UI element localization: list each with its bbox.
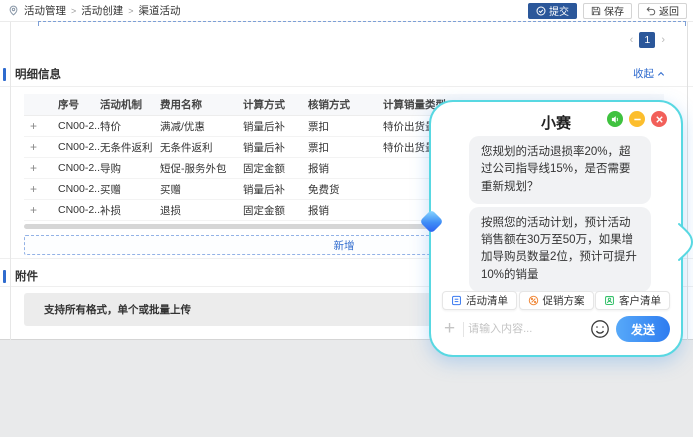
cell-calc-method: 销量后补	[243, 119, 308, 134]
chat-panel-tail	[678, 222, 693, 262]
cell-verify-method: 报销	[308, 161, 383, 176]
chat-header: 小赛	[431, 102, 681, 136]
cell-seq: CN00-2...	[58, 162, 100, 174]
cell-fee-name: 满减/优惠	[160, 119, 243, 134]
collapse-link[interactable]: 收起	[633, 66, 665, 81]
row-expand-button[interactable]: +	[24, 140, 58, 154]
submit-button[interactable]: 提交	[528, 3, 577, 19]
cell-seq: CN00-2...	[58, 120, 100, 132]
pagination: ‹ 1 ›	[630, 32, 665, 48]
cell-verify-method: 票扣	[308, 119, 383, 134]
assistant-message: 按照您的活动计划，预计活动销售额在30万至50万，如果增加导购员数量2位，预计可…	[469, 207, 651, 292]
content-left-border	[10, 22, 11, 340]
row-expand-button[interactable]: +	[24, 182, 58, 196]
minimize-button[interactable]	[629, 111, 645, 127]
prev-page-button[interactable]: ‹	[630, 34, 634, 46]
row-expand-button[interactable]: +	[24, 119, 58, 133]
breadcrumb-item[interactable]: 活动创建	[81, 3, 123, 18]
col-header: 计算方式	[243, 97, 308, 112]
col-header: 核销方式	[308, 97, 383, 112]
assistant-message-wrap: 按照您的活动计划，预计活动销售额在30万至50万，如果增加导购员数量2位，预计可…	[445, 207, 667, 292]
row-expand-button[interactable]: +	[24, 203, 58, 217]
cell-mechanism: 特价	[100, 119, 160, 134]
top-toolbar: 活动管理 > 活动创建 > 渠道活动 提交 保存	[0, 0, 693, 22]
assistant-message: 您规划的活动退损率20%，超过公司指导线15%，是否需要重新规划？	[469, 136, 651, 204]
upload-hint: 支持所有格式，单个或批量上传	[44, 302, 191, 317]
cell-verify-method: 报销	[308, 203, 383, 218]
breadcrumb-item[interactable]: 活动管理	[24, 3, 66, 18]
close-icon	[655, 115, 664, 124]
breadcrumb-item[interactable]: 渠道活动	[139, 3, 181, 18]
col-header: 序号	[58, 97, 100, 112]
section-accent-bar	[3, 270, 6, 283]
chat-input-row: + 发送	[442, 315, 670, 343]
chat-messages: 您规划的活动退损率20%，超过公司指导线15%，是否需要重新规划？ 按照您的活动…	[431, 136, 681, 292]
chat-input[interactable]	[468, 323, 588, 335]
next-page-button[interactable]: ›	[661, 34, 665, 46]
discount-badge-icon	[528, 295, 539, 306]
customer-list-chip[interactable]: 客户清单	[595, 291, 670, 310]
toolbar-actions: 提交 保存 返回	[528, 3, 687, 19]
cell-seq: CN00-2...	[58, 204, 100, 216]
dashed-guide-line	[38, 21, 686, 22]
cell-verify-method: 免费货	[308, 182, 383, 197]
quick-action-chips: 活动清单 促销方案 客户清单	[442, 291, 670, 310]
cell-calc-method: 销量后补	[243, 140, 308, 155]
save-button[interactable]: 保存	[583, 3, 632, 19]
floppy-icon	[591, 6, 601, 16]
emoji-button[interactable]	[588, 319, 616, 339]
breadcrumb-separator: >	[128, 6, 133, 16]
cell-mechanism: 无条件返利	[100, 140, 160, 155]
cell-calc-method: 销量后补	[243, 182, 308, 197]
close-button[interactable]	[651, 111, 667, 127]
chat-window-buttons	[607, 111, 667, 127]
row-expand-button[interactable]: +	[24, 161, 58, 175]
cell-mechanism: 买赠	[100, 182, 160, 197]
map-pin-icon	[8, 5, 19, 16]
cell-verify-method: 票扣	[308, 140, 383, 155]
chevron-up-icon	[657, 70, 665, 78]
activity-list-chip[interactable]: 活动清单	[442, 291, 517, 310]
detail-section-title: 明细信息	[15, 66, 61, 82]
col-header: 活动机制	[100, 97, 160, 112]
breadcrumb-separator: >	[71, 6, 76, 16]
person-card-icon	[604, 295, 615, 306]
document-icon	[451, 295, 462, 306]
circle-check-icon	[536, 6, 546, 16]
col-header: 费用名称	[160, 97, 243, 112]
send-button[interactable]: 发送	[616, 316, 670, 342]
cell-fee-name: 短促-服务外包	[160, 161, 243, 176]
cell-fee-name: 无条件返利	[160, 140, 243, 155]
content-right-border	[687, 22, 688, 340]
promo-plan-chip[interactable]: 促销方案	[519, 291, 594, 310]
divider	[0, 86, 693, 87]
cell-fee-name: 买赠	[160, 182, 243, 197]
undo-arrow-icon	[646, 6, 656, 16]
assistant-chat-panel: 小赛 您规划的活动退损率20%，超过公司指	[429, 100, 683, 357]
cell-mechanism: 补损	[100, 203, 160, 218]
section-accent-bar	[3, 68, 6, 81]
cell-fee-name: 退损	[160, 203, 243, 218]
cell-seq: CN00-2...	[58, 183, 100, 195]
attach-button[interactable]: +	[442, 319, 459, 340]
smiley-icon	[590, 319, 610, 339]
input-divider	[463, 322, 464, 337]
attachment-section-header: 附件	[0, 268, 38, 284]
voice-button[interactable]	[607, 111, 623, 127]
cell-mechanism: 导购	[100, 161, 160, 176]
cell-seq: CN00-2...	[58, 141, 100, 153]
back-button[interactable]: 返回	[638, 3, 687, 19]
speaker-icon	[611, 115, 620, 124]
cell-calc-method: 固定金额	[243, 161, 308, 176]
cell-calc-method: 固定金额	[243, 203, 308, 218]
breadcrumb: 活动管理 > 活动创建 > 渠道活动	[8, 3, 181, 18]
minus-icon	[633, 115, 642, 124]
app-window: 活动管理 > 活动创建 > 渠道活动 提交 保存	[0, 0, 693, 437]
attachment-section-title: 附件	[15, 268, 38, 284]
page-number[interactable]: 1	[639, 32, 655, 48]
